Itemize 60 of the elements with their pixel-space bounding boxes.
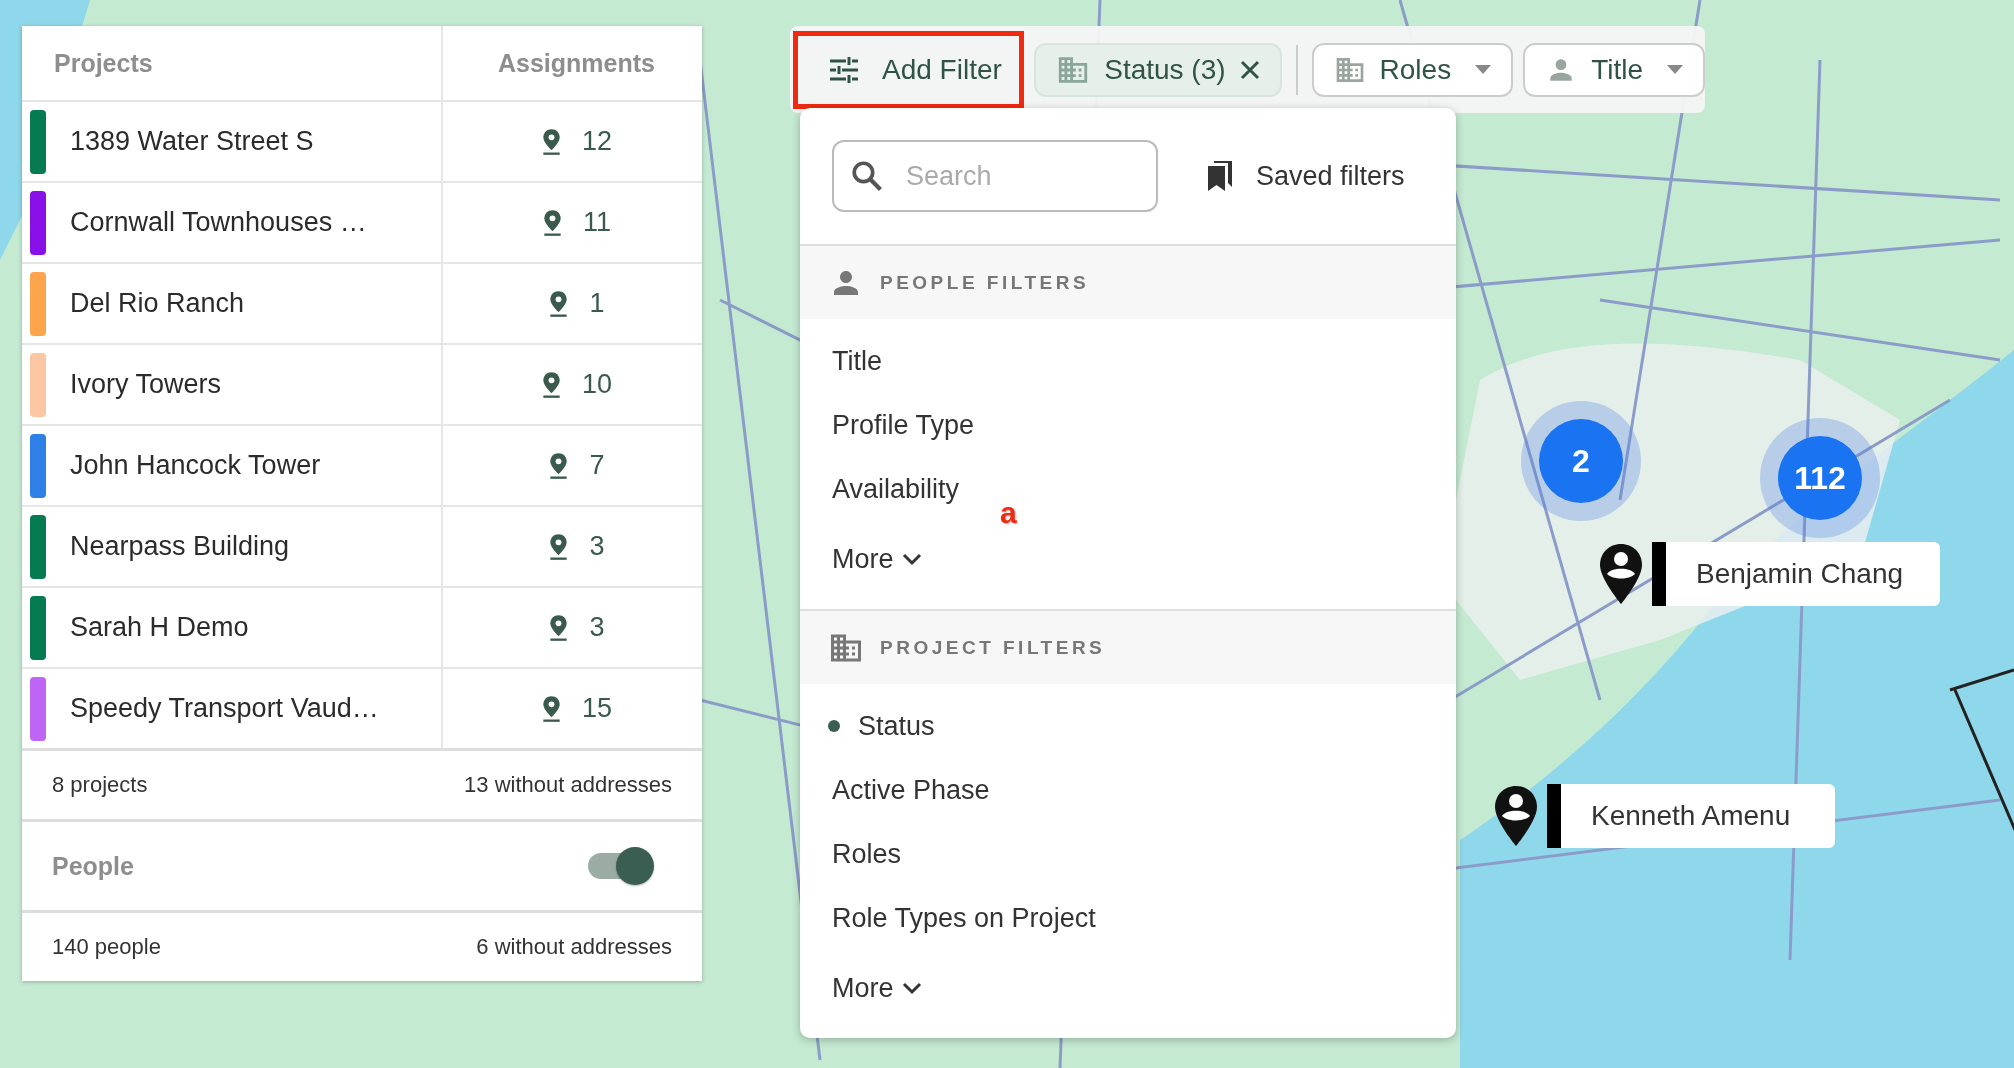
map-pin-icon — [540, 370, 562, 399]
project-count: 8 projects — [52, 772, 148, 798]
column-header: Assignments — [498, 48, 655, 78]
caret-icon — [1667, 65, 1683, 74]
assignment-count: 10 — [581, 369, 612, 400]
project-name[interactable]: Ivory Towers — [70, 369, 222, 400]
map-pin-icon — [542, 208, 563, 237]
map-pin-icon — [548, 451, 570, 480]
project-name[interactable]: Sarah H Demo — [70, 612, 249, 643]
map-pin-icon — [548, 289, 570, 318]
project-name[interactable]: Nearpass Building — [70, 531, 290, 562]
column-header: Projects — [54, 48, 153, 78]
chevron-down-icon — [901, 981, 922, 995]
annotation-letter: a — [1000, 496, 1017, 530]
missing-address-count: 6 without addresses — [476, 934, 672, 960]
assignment-count: 3 — [589, 612, 605, 643]
filter-option[interactable]: Profile Type — [800, 393, 991, 457]
project-name[interactable]: Cornwall Townhouses … — [70, 207, 367, 238]
person-pin-icon[interactable] — [1493, 784, 1539, 848]
search-icon — [850, 159, 884, 193]
assignment-count: 7 — [589, 450, 605, 481]
project-name[interactable]: John Hancock Tower — [70, 450, 321, 481]
section-title: PEOPLE FILTERS — [880, 271, 1090, 294]
filter-chip[interactable]: Status (3) — [1034, 42, 1282, 97]
filter-option[interactable]: Active Phase — [800, 758, 1006, 822]
assignment-count: 12 — [581, 126, 612, 157]
project-name[interactable]: Del Rio Ranch — [70, 288, 245, 319]
filter-option[interactable]: Status — [800, 694, 951, 758]
assignment-count: 1 — [589, 288, 605, 319]
people-label: People — [52, 851, 134, 881]
map-pin-icon — [548, 613, 570, 642]
search-field[interactable]: Search — [832, 140, 1158, 212]
section-title: PROJECT FILTERS — [880, 636, 1106, 659]
person-label: Kenneth Amenu — [1547, 784, 1835, 848]
people-count: 140 people — [52, 934, 161, 960]
sliders-icon — [830, 56, 858, 83]
bookmarks-icon — [1208, 161, 1234, 191]
close-icon — [1239, 59, 1260, 80]
map-pin-icon — [540, 127, 562, 156]
caret-icon — [1475, 65, 1492, 74]
project-name[interactable]: Speedy Transport Vaud… — [70, 693, 379, 724]
filter-option[interactable]: Availability — [800, 457, 976, 521]
filter-option[interactable]: Role Types on Project — [800, 886, 1112, 950]
assignment-count: 15 — [581, 693, 612, 724]
saved-filters-button[interactable]: Saved filters — [1202, 159, 1411, 193]
more-button[interactable]: More — [800, 950, 1456, 1026]
filter-dropdown[interactable]: Roles — [1311, 42, 1514, 97]
add-filter-button[interactable]: Add Filter — [793, 30, 1025, 109]
map-pin-icon — [540, 694, 562, 723]
person-label: Benjamin Chang — [1652, 542, 1940, 606]
filter-option[interactable]: Title — [800, 329, 898, 393]
filter-dropdown[interactable]: Title — [1523, 42, 1705, 97]
chevron-down-icon — [901, 552, 922, 566]
missing-address-count: 13 without addresses — [464, 772, 672, 798]
project-name[interactable]: 1389 Water Street S — [70, 126, 314, 157]
assignment-count: 3 — [589, 531, 605, 562]
person-pin-icon[interactable] — [1598, 542, 1644, 606]
map-pin-icon — [548, 532, 570, 561]
assignment-count: 11 — [583, 207, 611, 238]
filter-option[interactable]: Roles — [800, 822, 918, 886]
